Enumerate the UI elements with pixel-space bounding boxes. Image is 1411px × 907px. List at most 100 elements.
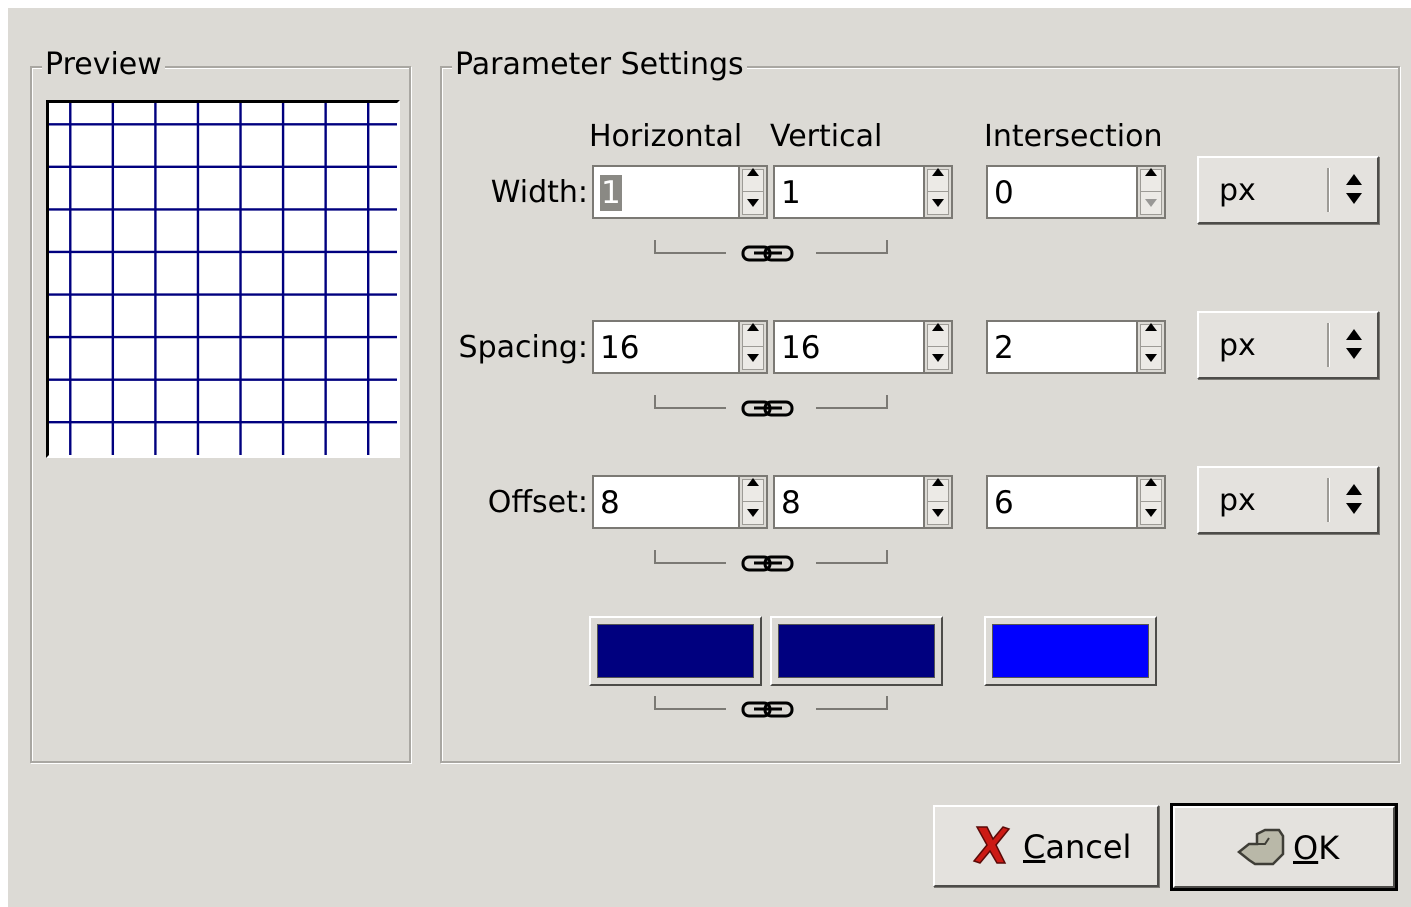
spacing-chain-button[interactable] <box>654 395 888 425</box>
arrow-up-icon <box>932 478 944 486</box>
increment-button[interactable] <box>927 478 949 503</box>
offset-horizontal-spinbutton[interactable]: 8 <box>592 475 768 529</box>
chain-bracket-right <box>816 395 888 409</box>
spacing-unit-menu[interactable]: px <box>1197 311 1379 379</box>
arrow-down-icon <box>932 509 944 517</box>
ok-label: OK <box>1293 829 1340 867</box>
horizontal-color-swatch <box>597 624 754 678</box>
arrow-down-icon <box>747 354 759 362</box>
chain-bracket-left <box>654 240 726 254</box>
width-vertical-spinbutton[interactable]: 1 <box>773 165 953 219</box>
decrement-button[interactable] <box>1140 346 1162 370</box>
spacing-intersection-stepper[interactable] <box>1136 320 1166 374</box>
vertical-color-button[interactable] <box>770 616 943 686</box>
unit-menu-separator <box>1327 323 1330 367</box>
increment-button[interactable] <box>742 323 764 348</box>
increment-button[interactable] <box>1140 478 1162 503</box>
column-header-intersection: Intersection <box>984 119 1163 154</box>
width-horizontal-value[interactable]: 1 <box>600 175 622 211</box>
width-intersection-value[interactable]: 0 <box>994 175 1014 211</box>
spacing-horizontal-stepper[interactable] <box>738 320 768 374</box>
width-label: Width: <box>490 175 588 210</box>
arrow-up-icon <box>747 478 759 486</box>
spacing-vertical-stepper[interactable] <box>923 320 953 374</box>
arrow-up-icon <box>747 168 759 176</box>
decrement-button[interactable] <box>927 346 949 370</box>
offset-intersection-spinbutton[interactable]: 6 <box>986 475 1166 529</box>
decrement-button[interactable] <box>742 501 764 525</box>
chain-link-icon <box>741 555 794 572</box>
ok-button[interactable]: OK <box>1170 803 1398 891</box>
parameter-settings-title: Parameter Settings <box>452 48 747 82</box>
arrow-up-icon <box>1145 168 1157 176</box>
decrement-button[interactable] <box>1140 191 1162 215</box>
vertical-color-swatch <box>778 624 935 678</box>
up-down-arrows-icon <box>1346 174 1362 204</box>
increment-button[interactable] <box>742 168 764 193</box>
arrow-down-icon <box>1145 509 1157 517</box>
offset-intersection-stepper[interactable] <box>1136 475 1166 529</box>
grid-dialog: Preview Parameter Settings Horizontal Ve… <box>8 8 1411 907</box>
width-unit-label: px <box>1219 173 1256 208</box>
offset-vertical-spinbutton[interactable]: 8 <box>773 475 953 529</box>
spacing-horizontal-spinbutton[interactable]: 16 <box>592 320 768 374</box>
ok-hand-icon <box>1236 828 1285 866</box>
width-horizontal-stepper[interactable] <box>738 165 768 219</box>
arrow-up-icon <box>1145 323 1157 331</box>
arrow-down-icon <box>1145 199 1157 207</box>
grid-preview-image <box>49 103 397 455</box>
preview-frame-title: Preview <box>42 48 165 82</box>
arrow-up-icon <box>1145 478 1157 486</box>
increment-button[interactable] <box>1140 168 1162 193</box>
offset-vertical-value[interactable]: 8 <box>781 485 801 521</box>
chain-bracket-right <box>816 240 888 254</box>
horizontal-color-button[interactable] <box>589 616 762 686</box>
chain-link-icon <box>741 701 794 718</box>
increment-button[interactable] <box>742 478 764 503</box>
increment-button[interactable] <box>1140 323 1162 348</box>
spacing-horizontal-value[interactable]: 16 <box>600 330 639 366</box>
offset-vertical-stepper[interactable] <box>923 475 953 529</box>
arrow-up-icon <box>932 168 944 176</box>
cancel-button[interactable]: Cancel <box>933 805 1159 887</box>
width-chain-button[interactable] <box>654 240 888 270</box>
decrement-button[interactable] <box>742 346 764 370</box>
intersection-color-button[interactable] <box>984 616 1157 686</box>
spacing-intersection-value[interactable]: 2 <box>994 330 1014 366</box>
offset-unit-label: px <box>1219 483 1256 518</box>
offset-chain-button[interactable] <box>654 550 888 580</box>
decrement-button[interactable] <box>927 501 949 525</box>
width-horizontal-spinbutton[interactable]: 1 <box>592 165 768 219</box>
unit-menu-separator <box>1327 168 1330 212</box>
color-chain-button[interactable] <box>654 696 888 726</box>
offset-horizontal-value[interactable]: 8 <box>600 485 620 521</box>
increment-button[interactable] <box>927 323 949 348</box>
increment-button[interactable] <box>927 168 949 193</box>
spacing-unit-label: px <box>1219 328 1256 363</box>
offset-horizontal-stepper[interactable] <box>738 475 768 529</box>
preview-canvas <box>46 100 400 458</box>
spacing-intersection-spinbutton[interactable]: 2 <box>986 320 1166 374</box>
offset-intersection-value[interactable]: 6 <box>994 485 1014 521</box>
arrow-down-icon <box>1145 354 1157 362</box>
decrement-button[interactable] <box>927 191 949 215</box>
cancel-label: Cancel <box>1023 828 1132 866</box>
offset-unit-menu[interactable]: px <box>1197 466 1379 534</box>
decrement-button[interactable] <box>1140 501 1162 525</box>
width-intersection-spinbutton[interactable]: 0 <box>986 165 1166 219</box>
width-intersection-stepper[interactable] <box>1136 165 1166 219</box>
width-vertical-value[interactable]: 1 <box>781 175 801 211</box>
width-vertical-stepper[interactable] <box>923 165 953 219</box>
arrow-down-icon <box>932 354 944 362</box>
decrement-button[interactable] <box>742 191 764 215</box>
spacing-vertical-value[interactable]: 16 <box>781 330 820 366</box>
spacing-vertical-spinbutton[interactable]: 16 <box>773 320 953 374</box>
up-down-arrows-icon <box>1346 484 1362 514</box>
chain-bracket-left <box>654 550 726 564</box>
chain-link-icon <box>741 245 794 262</box>
intersection-color-swatch <box>992 624 1149 678</box>
arrow-up-icon <box>932 323 944 331</box>
up-down-arrows-icon <box>1346 329 1362 359</box>
chain-bracket-left <box>654 696 726 710</box>
width-unit-menu[interactable]: px <box>1197 156 1379 224</box>
